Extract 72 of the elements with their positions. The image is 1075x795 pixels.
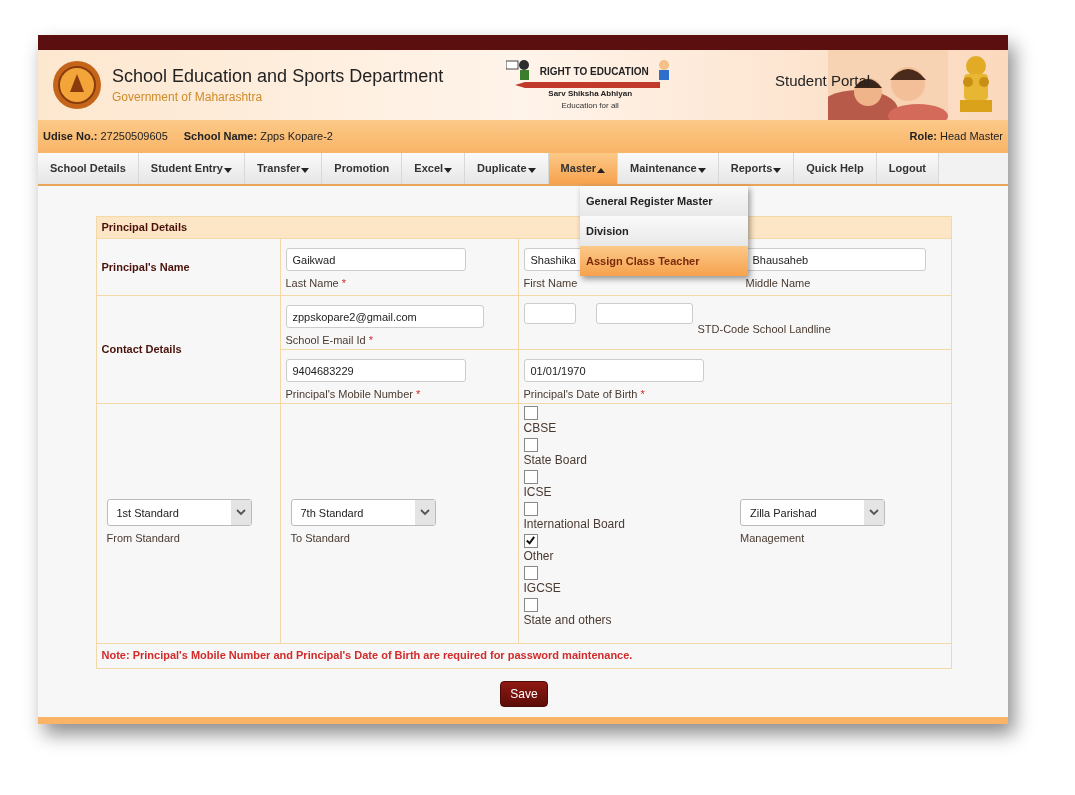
checkbox[interactable] — [523, 597, 538, 612]
nav-tab[interactable]: School Details — [38, 153, 139, 184]
nav-tab[interactable]: Logout — [876, 153, 939, 184]
checkbox[interactable] — [523, 469, 538, 484]
school-name: School Name: Zpps Kopare-2 — [183, 129, 333, 145]
rte-name: Sarv Shiksha Abhiyan — [548, 87, 633, 100]
checkbox-label: State and others — [523, 611, 612, 628]
field-label: STD-Code School Landline — [697, 322, 831, 337]
checkbox-label: ICSE — [523, 483, 552, 500]
caret-up-icon — [597, 167, 606, 173]
field-label: Middle Name — [745, 276, 812, 291]
checkbox[interactable] — [523, 501, 538, 516]
chevron-down-icon — [230, 500, 251, 526]
caret-down-icon — [444, 167, 453, 173]
caret-down-icon — [773, 167, 782, 173]
chevron-down-icon — [414, 500, 435, 526]
field-label: Principal's Name — [101, 260, 190, 273]
save-button[interactable]: Save — [500, 680, 548, 707]
management-select[interactable]: Zilla Parishad — [740, 499, 885, 527]
field-label: Principal's Mobile Number * — [285, 387, 422, 402]
checkbox[interactable] — [523, 533, 538, 548]
std-code-field[interactable] — [523, 303, 576, 324]
field-label: To Standard — [290, 531, 351, 547]
last-name-field[interactable]: Gaikwad — [285, 248, 466, 271]
field-label: From Standard — [106, 531, 181, 547]
field-label: Last Name * — [285, 276, 348, 291]
note-text: Note: Principal's Mobile Number and Principal's Date of Birth are required for password maintenance. — [101, 649, 633, 662]
checkbox-label: State Board — [523, 451, 587, 468]
chevron-down-icon — [864, 500, 884, 526]
checkbox[interactable] — [523, 437, 538, 452]
nav-tab[interactable]: Reports — [718, 153, 795, 184]
checkbox[interactable] — [523, 565, 538, 580]
checkbox-label: Other — [523, 547, 554, 564]
nav-tab[interactable]: Student Entry — [138, 153, 245, 184]
seal-icon — [52, 60, 102, 110]
nav-tab[interactable]: Excel — [402, 153, 466, 184]
menu-item[interactable]: General Register Master — [580, 186, 748, 216]
middle-name-field[interactable]: Bhausaheb — [745, 248, 926, 271]
field-label: Contact Details — [101, 343, 182, 355]
field-label: Principal's Date of Birth * — [523, 387, 646, 402]
udise-number: Udise No.: 27250509605 — [43, 129, 168, 145]
department-subtitle: Government of Maharashtra — [112, 89, 264, 106]
caret-down-icon — [527, 167, 536, 173]
email-field[interactable]: zppskopare2@gmail.com — [285, 305, 484, 328]
nav-tab[interactable]: Quick Help — [794, 153, 877, 184]
nav-tab[interactable]: Maintenance — [618, 153, 719, 184]
nav-tab[interactable]: Duplicate — [465, 153, 549, 184]
menu-item[interactable]: Assign Class Teacher — [580, 246, 748, 276]
field-label: Management — [740, 531, 806, 547]
mobile-field[interactable]: 9404683229 — [285, 359, 466, 382]
checkbox-label: IGCSE — [523, 579, 561, 596]
field-label: School E-mail Id * — [285, 333, 374, 348]
checkmark-icon — [525, 535, 536, 546]
nav-tab[interactable]: Master — [548, 153, 619, 184]
nav-tab[interactable]: Promotion — [322, 153, 403, 184]
checkbox-label: CBSE — [523, 419, 557, 436]
rte-heading: RIGHT TO EDUCATION — [539, 65, 649, 79]
caret-down-icon — [223, 167, 232, 173]
department-title: School Education and Sports Department — [112, 65, 444, 88]
field-label: First Name — [523, 276, 579, 291]
caret-down-icon — [301, 167, 310, 173]
menu-item[interactable]: Division — [580, 216, 748, 246]
caret-down-icon — [697, 167, 706, 173]
nav-tab[interactable]: Transfer — [244, 153, 323, 184]
checkbox-label: International Board — [523, 515, 625, 532]
from-standard-select[interactable]: 1st Standard — [106, 499, 252, 527]
to-standard-select[interactable]: 7th Standard — [290, 499, 436, 527]
checkbox[interactable] — [523, 405, 538, 420]
date-of-birth-field[interactable]: 01/01/1970 — [523, 359, 704, 382]
rte-tagline: Education for all — [561, 99, 619, 112]
landline-field[interactable] — [595, 303, 693, 324]
user-role: Role: Head Master — [909, 129, 1003, 145]
